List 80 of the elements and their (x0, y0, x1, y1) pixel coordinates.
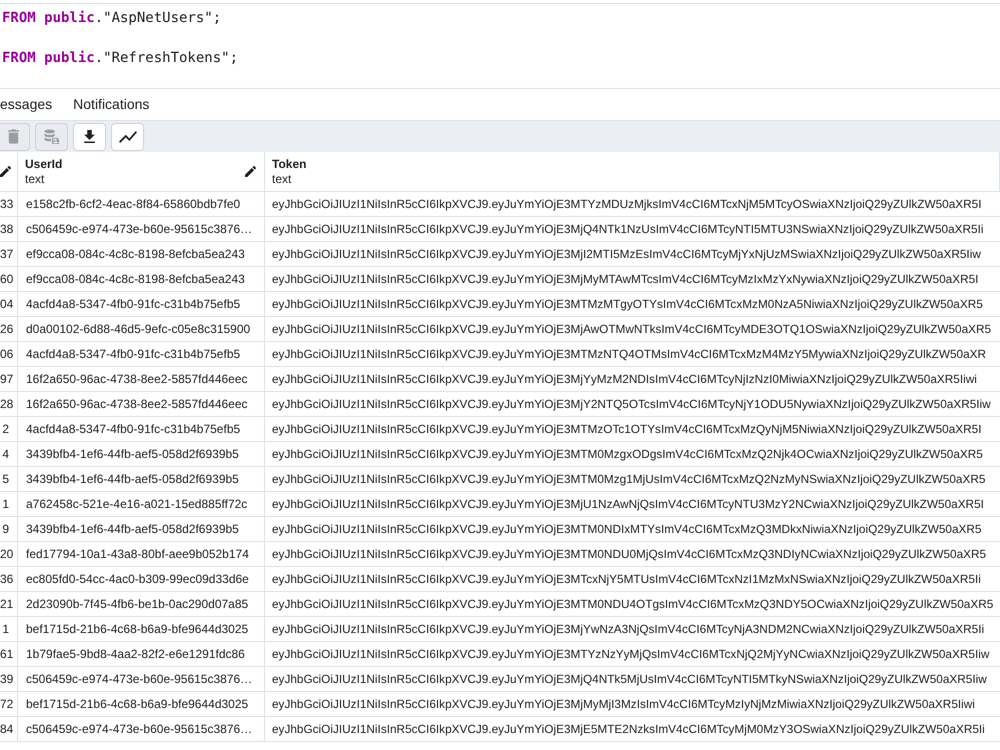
table-cell: eyJhbGciOiJIUzI1NiIsInR5cCI6IkpXVCJ9.eyJuYmYiOjE3MTM0Mzg1MjUsImV4cCI6MTcxMzQ2NzMyNSwiaXNzIjoiQ29yZUlkZW50aXR5 (265, 467, 1000, 492)
column-name: Token (272, 156, 306, 172)
table-cell: 16f2a650-96ac-4738-8ee2-5857fd446eec (18, 367, 265, 392)
table-cell: 33 (0, 192, 18, 217)
table-cell: ef9cca08-084c-4c8c-8198-8efcba5ea243 (18, 267, 265, 292)
table-cell: 06 (0, 342, 18, 367)
trash-icon (8, 129, 18, 144)
table-cell: 26 (0, 317, 18, 342)
table-cell: 16f2a650-96ac-4738-8ee2-5857fd446eec (18, 392, 265, 417)
table-cell: 9 (0, 517, 18, 542)
table-cell: c506459c-e974-473e-b60e-95615c3876… (18, 667, 265, 692)
tab[interactable]: Notifications (62, 89, 160, 120)
tab[interactable]: essages (0, 89, 62, 120)
table-cell: eyJhbGciOiJIUzI1NiIsInR5cCI6IkpXVCJ9.eyJuYmYiOjE3MTM0NDU4OTgsImV4cCI6MTcxMzQ3NDY5OCwiaXNzIjoiQ29yZUlkZW50aXR5 (265, 592, 1000, 617)
table-cell: c506459c-e974-473e-b60e-95615c3876… (18, 717, 265, 742)
table-cell: eyJhbGciOiJIUzI1NiIsInR5cCI6IkpXVCJ9.eyJuYmYiOjE3MjU1NzAwNjQsImV4cCI6MTcyNTU3MzY2NCwiaXNzIjoiQ29yZUlkZW50aXR5I (265, 492, 1000, 517)
table-cell: eyJhbGciOiJIUzI1NiIsInR5cCI6IkpXVCJ9.eyJuYmYiOjE3MjQ4NTk1NzUsImV4cCI6MTcyNTI5MTU3NSwiaXNzIjoiQ29yZUlkZW50aXR5Ii (265, 217, 1000, 242)
table-cell: 1 (0, 492, 18, 517)
table-cell: 37 (0, 242, 18, 267)
table-cell: 1b79fae5-9bd8-4aa2-82f2-e6e1291fdc86 (18, 642, 265, 667)
table-cell: eyJhbGciOiJIUzI1NiIsInR5cCI6IkpXVCJ9.eyJuYmYiOjE3MjI2MTI5MzEsImV4cCI6MTcyMjYxNjUzMSwiaXNzIjoiQ29yZUlkZW50aXR5Iiw (265, 242, 1000, 267)
table-cell: 28 (0, 392, 18, 417)
table-cell: eyJhbGciOiJIUzI1NiIsInR5cCI6IkpXVCJ9.eyJuYmYiOjE3MTMzMTgyOTYsImV4cCI6MTcxMzM0NzA5NiwiaXNzIjoiQ29yZUlkZW50aXR5 (265, 292, 1000, 317)
table-cell: eyJhbGciOiJIUzI1NiIsInR5cCI6IkpXVCJ9.eyJuYmYiOjE3MjYwNzA3NjQsImV4cCI6MTcyNjA3NDM2NCwiaXNzIjoiQ29yZUlkZW50aXR5Ii (265, 617, 1000, 642)
table-cell: eyJhbGciOiJIUzI1NiIsInR5cCI6IkpXVCJ9.eyJuYmYiOjE3MjYyMzM2NDIsImV4cCI6MTcyNjIzNzI0MiwiaXNzIjoiQ29yZUlkZW50aXR5Iiwi (265, 367, 1000, 392)
graph-button[interactable] (111, 122, 144, 150)
table-cell: eyJhbGciOiJIUzI1NiIsInR5cCI6IkpXVCJ9.eyJuYmYiOjE3MTM0MzgxODgsImV4cCI6MTcxMzQ2Njk4OCwiaXNzIjoiQ29yZUlkZW50aXR5 (265, 442, 1000, 467)
code-line: FROM public."RefreshTokens"; (2, 49, 238, 68)
table-cell: eyJhbGciOiJIUzI1NiIsInR5cCI6IkpXVCJ9.eyJuYmYiOjE3MTM0NDIxMTYsImV4cCI6MTcxMzQ3MDkxNiwiaXNzIjoiQ29yZUlkZW50aXR5 (265, 517, 1000, 542)
table-cell: 38 (0, 217, 18, 242)
download-button[interactable] (73, 122, 106, 150)
table-cell: 1 (0, 617, 18, 642)
table-cell: bef1715d-21b6-4c68-b6a9-bfe9644d3025 (18, 692, 265, 717)
table-cell: eyJhbGciOiJIUzI1NiIsInR5cCI6IkpXVCJ9.eyJuYmYiOjE3MjY2NTQ5OTcsImV4cCI6MTcyNjY1ODU5NywiaXNzIjoiQ29yZUlkZW50aXR5Iiw (265, 392, 1000, 417)
table-cell: 72 (0, 692, 18, 717)
table-cell: 60 (0, 267, 18, 292)
table-cell: 04 (0, 292, 18, 317)
code-line: FROM public."AspNetUsers"; (2, 9, 222, 28)
table-cell: ef9cca08-084c-4c8c-8198-8efcba5ea243 (18, 242, 265, 267)
download-icon (84, 130, 95, 143)
line-chart-icon (118, 130, 136, 142)
table-cell: c506459c-e974-473e-b60e-95615c3876… (18, 217, 265, 242)
table-cell: eyJhbGciOiJIUzI1NiIsInR5cCI6IkpXVCJ9.eyJuYmYiOjE3MjMyMTAwMTcsImV4cCI6MTcyMzIxMzYxNywiaXNzIjoiQ29yZUlkZW50aXR5I (265, 267, 1000, 292)
table-cell: 3439bfb4-1ef6-44fb-aef5-058d2f6939b5 (18, 442, 265, 467)
table-cell: 4acfd4a8-5347-4fb0-91fc-c31b4b75efb5 (18, 417, 265, 442)
table-cell: eyJhbGciOiJIUzI1NiIsInR5cCI6IkpXVCJ9.eyJuYmYiOjE3MTMzNTQ4OTMsImV4cCI6MTcxMzM4MzY5MywiaXNzIjoiQ29yZUlkZW50aXR (265, 342, 1000, 367)
table-cell: 3439bfb4-1ef6-44fb-aef5-058d2f6939b5 (18, 467, 265, 492)
table-cell: eyJhbGciOiJIUzI1NiIsInR5cCI6IkpXVCJ9.eyJuYmYiOjE3MjAwOTMwNTksImV4cCI6MTcyMDE3OTQ1OSwiaXNzIjoiQ29yZUlkZW50aXR5 (265, 317, 1000, 342)
table-cell: eyJhbGciOiJIUzI1NiIsInR5cCI6IkpXVCJ9.eyJuYmYiOjE3MTMzOTc1OTYsImV4cCI6MTcxMzQyNjM5NiwiaXNzIjoiQ29yZUlkZW50aXR5I (265, 417, 1000, 442)
table-cell: e158c2fb-6cf2-4eac-8f84-65860bdb7fe0 (18, 192, 265, 217)
table-cell: a762458c-521e-4e16-a021-15ed885ff72c (18, 492, 265, 517)
column-type: text (272, 172, 292, 186)
table-cell: eyJhbGciOiJIUzI1NiIsInR5cCI6IkpXVCJ9.eyJuYmYiOjE3MTYzMDUzMjksImV4cCI6MTcxNjM5MTcyOSwiaXNzIjoiQ29yZUlkZW50aXR5I (265, 192, 1000, 217)
table-cell: eyJhbGciOiJIUzI1NiIsInR5cCI6IkpXVCJ9.eyJuYmYiOjE3MTYzNzYyMjQsImV4cCI6MTcxNjQ2MjYyNCwiaXNzIjoiQ29yZUlkZW50aXR5Iiw (265, 642, 1000, 667)
table-cell: 20 (0, 542, 18, 567)
table-cell: eyJhbGciOiJIUzI1NiIsInR5cCI6IkpXVCJ9.eyJuYmYiOjE3MTcxNjY5MTUsImV4cCI6MTcxNzI1MzMxNSwiaXNzIjoiQ29yZUlkZW50aXR5Ii (265, 567, 1000, 592)
table-cell: 2d23090b-7f45-4fb6-be1b-0ac290d07a85 (18, 592, 265, 617)
table-cell: 3439bfb4-1ef6-44fb-aef5-058d2f6939b5 (18, 517, 265, 542)
column-type: text (25, 172, 44, 186)
table-cell: 36 (0, 567, 18, 592)
table-cell: fed17794-10a1-43a8-80bf-aee9b052b174 (18, 542, 265, 567)
table-cell: 84 (0, 717, 18, 742)
table-cell: 21 (0, 592, 18, 617)
table-cell: eyJhbGciOiJIUzI1NiIsInR5cCI6IkpXVCJ9.eyJuYmYiOjE3MjQ4NTk5MjUsImV4cCI6MTcyNTI5MTkyNSwiaXNzIjoiQ29yZUlkZW50aXR5Iiw (265, 667, 1000, 692)
table-cell: ec805fd0-54cc-4ac0-b309-99ec09d33d6e (18, 567, 265, 592)
table-cell: 97 (0, 367, 18, 392)
table-cell: d0a00102-6d88-46d5-9efc-c05e8c315900 (18, 317, 265, 342)
table-cell: 2 (0, 417, 18, 442)
table-cell: 4acfd4a8-5347-4fb0-91fc-c31b4b75efb5 (18, 292, 265, 317)
table-cell: 39 (0, 667, 18, 692)
table-cell: bef1715d-21b6-4c68-b6a9-bfe9644d3025 (18, 617, 265, 642)
table-cell: 4acfd4a8-5347-4fb0-91fc-c31b4b75efb5 (18, 342, 265, 367)
table-cell: eyJhbGciOiJIUzI1NiIsInR5cCI6IkpXVCJ9.eyJuYmYiOjE3MjE5MTE2NzksImV4cCI6MTcyMjM0MzY3OSwiaXNzIjoiQ29yZUlkZW50aXR5Ii (265, 717, 1000, 742)
table-cell: eyJhbGciOiJIUzI1NiIsInR5cCI6IkpXVCJ9.eyJuYmYiOjE3MTM0NDU0MjQsImV4cCI6MTcxMzQ3NDIyNCwiaXNzIjoiQ29yZUlkZW50aXR5 (265, 542, 1000, 567)
table-cell: 4 (0, 442, 18, 467)
table-cell: eyJhbGciOiJIUzI1NiIsInR5cCI6IkpXVCJ9.eyJuYmYiOjE3MjMyMjI3MzIsImV4cCI6MTcyMzIyNjMzMiwiaXNzIjoiQ29yZUlkZW50aXR5Iiwi (265, 692, 1000, 717)
table-cell: 61 (0, 642, 18, 667)
table-cell: 5 (0, 467, 18, 492)
database-icon (44, 129, 59, 144)
column-name: UserId (25, 156, 62, 172)
